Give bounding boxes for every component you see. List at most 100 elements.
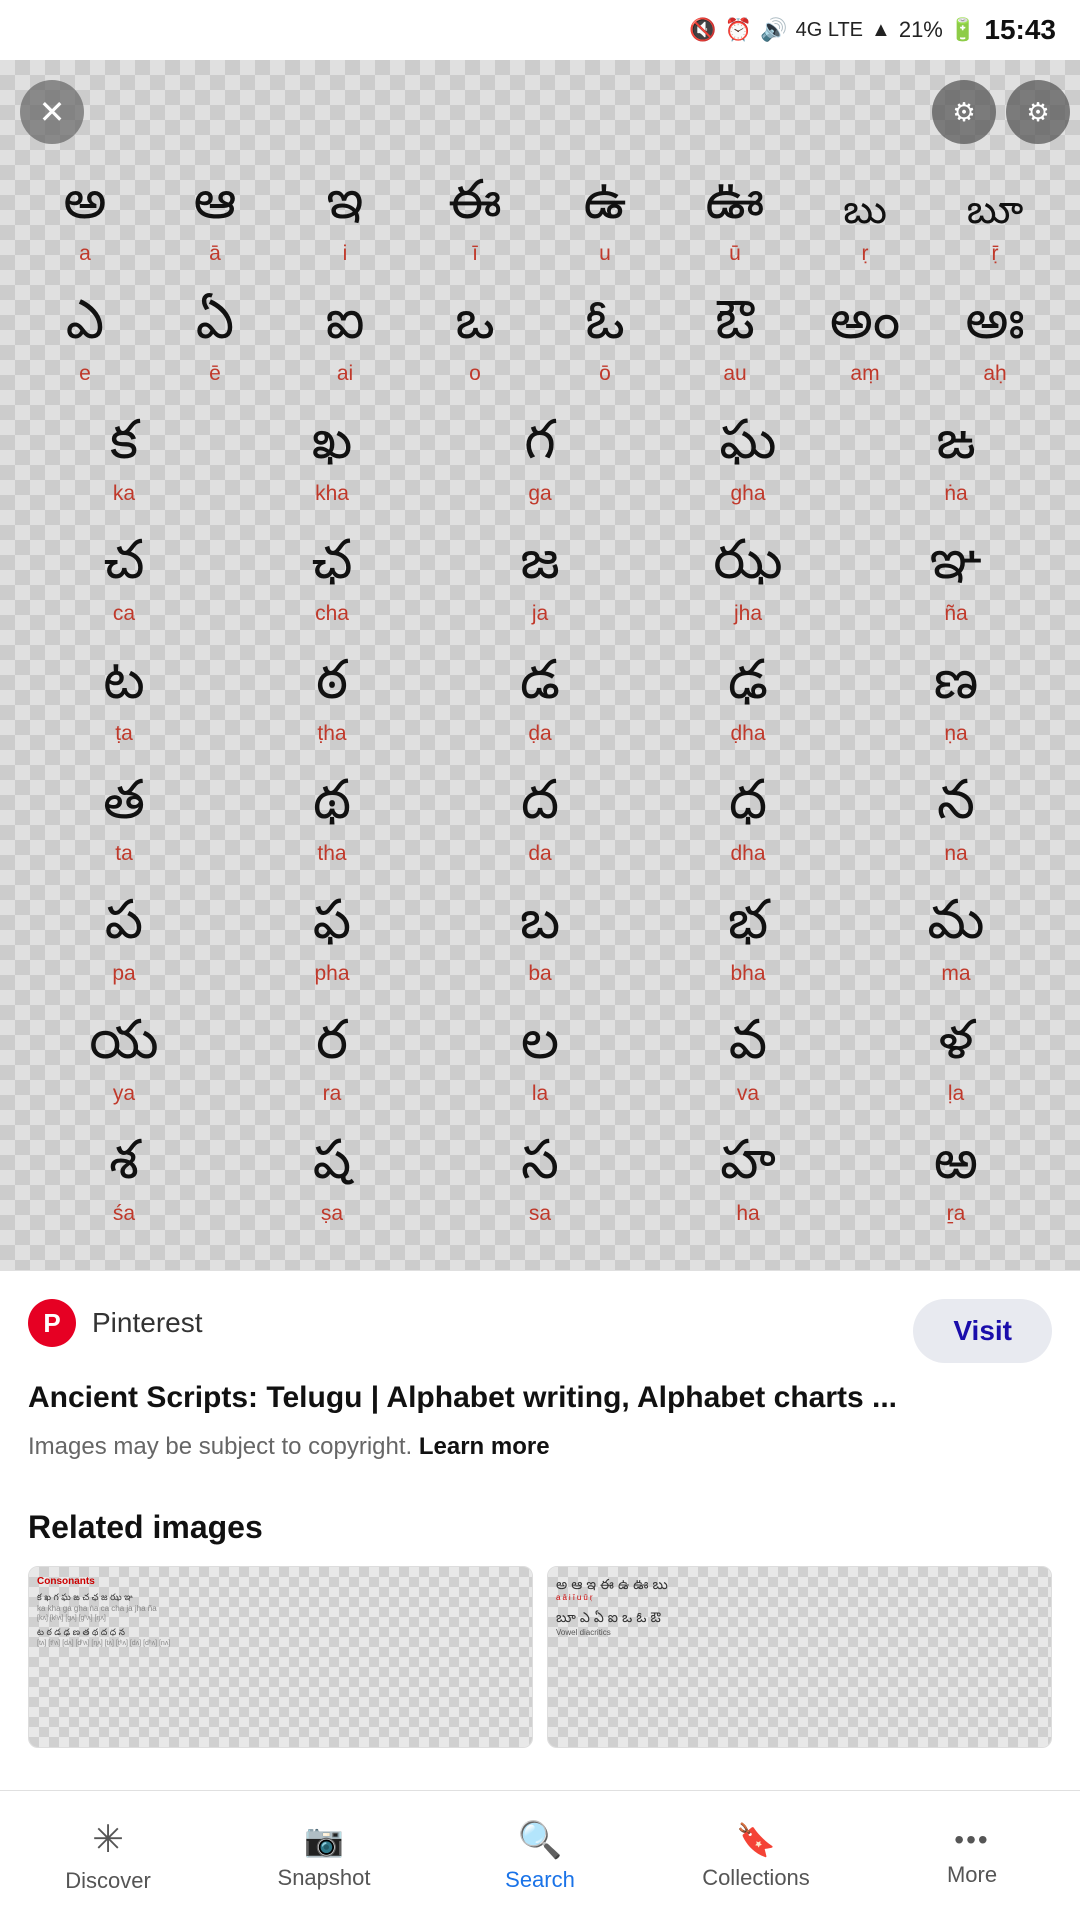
close-button[interactable]: ✕ [20, 80, 84, 144]
script-cell: అః aḥ [930, 290, 1060, 400]
media-button-1[interactable]: ⚙ [932, 80, 996, 144]
script-cell: బు ṛ [800, 170, 930, 280]
visit-button[interactable]: Visit [913, 1299, 1052, 1363]
consonants-row7: శ śa ష ṣa స sa హ ha ఱ ṟa [20, 1130, 1060, 1240]
script-cell: ట ṭa [20, 650, 228, 760]
consonants-row5: ప pa ఫ pha బ ba భ bha మ ma [20, 890, 1060, 1000]
script-cell: ష ṣa [228, 1130, 436, 1240]
consonants-row4: త ta థ tha ద da ధ dha న na [20, 770, 1060, 880]
media-controls: ⚙ ⚙ [932, 80, 1070, 144]
script-cell: ఈ ī [410, 170, 540, 280]
script-cell: ఖ kha [228, 410, 436, 520]
search-icon: 🔍 [518, 1819, 563, 1861]
consonants-row3: ట ṭa ఠ ṭha డ ḍa ఢ ḍha ణ ṇa [20, 650, 1060, 760]
copyright-text: Images may be subject to copyright. Lear… [28, 1433, 1052, 1461]
nav-item-discover[interactable]: ✳ Discover [0, 1817, 216, 1894]
script-cell: ఉ u [540, 170, 670, 280]
source-row: P Pinterest Visit [28, 1299, 1052, 1363]
script-cell: క ka [20, 410, 228, 520]
consonants-row6: య ya ర ra ల la వ va ళ ḷa [20, 1010, 1060, 1120]
nav-item-snapshot[interactable]: 📷 Snapshot [216, 1821, 432, 1891]
script-cell: ఫ pha [228, 890, 436, 1000]
script-cell: ఐ ai [280, 290, 410, 400]
nav-label-discover: Discover [65, 1868, 151, 1894]
script-cell: ఊ ū [670, 170, 800, 280]
script-cell: ల la [436, 1010, 644, 1120]
script-cell: హ ha [644, 1130, 852, 1240]
collections-icon: 🔖 [736, 1821, 776, 1859]
bottom-nav: ✳ Discover 📷 Snapshot 🔍 Search 🔖 Collect… [0, 1790, 1080, 1920]
script-cell: ణ ṇa [852, 650, 1060, 760]
script-cell: ర ra [228, 1010, 436, 1120]
script-cell: ఢ ḍha [644, 650, 852, 760]
nav-label-more: More [947, 1862, 997, 1888]
vowels-row1: అ a ఆ ā ఇ i ఈ ī ఉ u ఊ ū [20, 170, 1060, 280]
script-cell: ప pa [20, 890, 228, 1000]
signal-icon: ▲ [871, 19, 891, 42]
source-name: Pinterest [92, 1307, 203, 1339]
image-title: Ancient Scripts: Telugu | Alphabet writi… [28, 1377, 1052, 1419]
consonants-row2: చ ca ఛ cha జ ja ఝ jha ఞ ña [20, 530, 1060, 640]
script-cell: బ ba [436, 890, 644, 1000]
script-cell: త ta [20, 770, 228, 880]
nav-item-collections[interactable]: 🔖 Collections [648, 1821, 864, 1891]
script-cell: స sa [436, 1130, 644, 1240]
status-icons: 🔇 ⏰ 🔊 4G LTE ▲ 21% 🔋 15:43 [689, 14, 1056, 46]
script-cell: ఎ e [20, 290, 150, 400]
script-cell: ఞ ña [852, 530, 1060, 640]
snapshot-icon: 📷 [304, 1821, 344, 1859]
network-label: 4G LTE [796, 19, 863, 42]
related-title: Related images [28, 1509, 1052, 1546]
nav-item-more[interactable]: ••• More [864, 1824, 1080, 1888]
media-button-2[interactable]: ⚙ [1006, 80, 1070, 144]
script-cell: అం aṃ [800, 290, 930, 400]
script-cell: శ śa [20, 1130, 228, 1240]
script-cell: ఏ ē [150, 290, 280, 400]
script-cell: అ a [20, 170, 150, 280]
script-cell: ఛ cha [228, 530, 436, 640]
script-cell: య ya [20, 1010, 228, 1120]
script-cell: ఇ i [280, 170, 410, 280]
script-cell: ఘ gha [644, 410, 852, 520]
script-cell: ఙ ṅa [852, 410, 1060, 520]
discover-icon: ✳ [92, 1817, 124, 1862]
nav-label-collections: Collections [702, 1865, 810, 1891]
nav-item-search[interactable]: 🔍 Search [432, 1819, 648, 1893]
script-cell: న na [852, 770, 1060, 880]
source-section: P Pinterest Visit Ancient Scripts: Telug… [0, 1270, 1080, 1481]
nav-label-snapshot: Snapshot [278, 1865, 371, 1891]
script-cell: ఔ au [670, 290, 800, 400]
script-cell: ద da [436, 770, 644, 880]
script-cell: ఝ jha [644, 530, 852, 640]
script-cell: ఆ ā [150, 170, 280, 280]
script-cell: వ va [644, 1010, 852, 1120]
volume-icon: 🔊 [760, 17, 787, 43]
related-thumb-1[interactable]: Consonants క ఖ గ ఘ ఙ చ ఛ జ ఝ ఞ ka kha ga… [28, 1566, 533, 1748]
script-cell: ఱ ṟa [852, 1130, 1060, 1240]
script-cell: థ tha [228, 770, 436, 880]
script-cell: ఓ ō [540, 290, 670, 400]
script-cell: ఒ o [410, 290, 540, 400]
script-cell: మ ma [852, 890, 1060, 1000]
related-grid: Consonants క ఖ గ ఘ ఙ చ ఛ జ ఝ ఞ ka kha ga… [28, 1566, 1052, 1748]
clock: 15:43 [984, 14, 1056, 46]
script-cell: గ ga [436, 410, 644, 520]
alarm-icon: ⏰ [725, 17, 752, 43]
script-cell: డ ḍa [436, 650, 644, 760]
script-cell: బూ ṝ [930, 170, 1060, 280]
script-cell: ఠ ṭha [228, 650, 436, 760]
script-cell: భ bha [644, 890, 852, 1000]
source-left: P Pinterest [28, 1299, 203, 1347]
battery-label: 21% 🔋 [899, 17, 977, 43]
status-bar: 🔇 ⏰ 🔊 4G LTE ▲ 21% 🔋 15:43 [0, 0, 1080, 60]
pinterest-icon: P [28, 1299, 76, 1347]
mute-icon: 🔇 [689, 17, 716, 43]
learn-more-link[interactable]: Learn more [419, 1433, 550, 1460]
related-thumb-2[interactable]: అఆఇఈఉఊబు aāiīuūṛ బూఎఏఐఒఓఔ Vowel diacriti… [547, 1566, 1052, 1748]
script-cell: జ ja [436, 530, 644, 640]
script-cell: ళ ḷa [852, 1010, 1060, 1120]
vowels-row2: ఎ e ఏ ē ఐ ai ఒ o ఓ ō ఔ au [20, 290, 1060, 400]
nav-label-search: Search [505, 1867, 575, 1893]
script-cell: ధ dha [644, 770, 852, 880]
consonants-row1: క ka ఖ kha గ ga ఘ gha ఙ ṅa [20, 410, 1060, 520]
